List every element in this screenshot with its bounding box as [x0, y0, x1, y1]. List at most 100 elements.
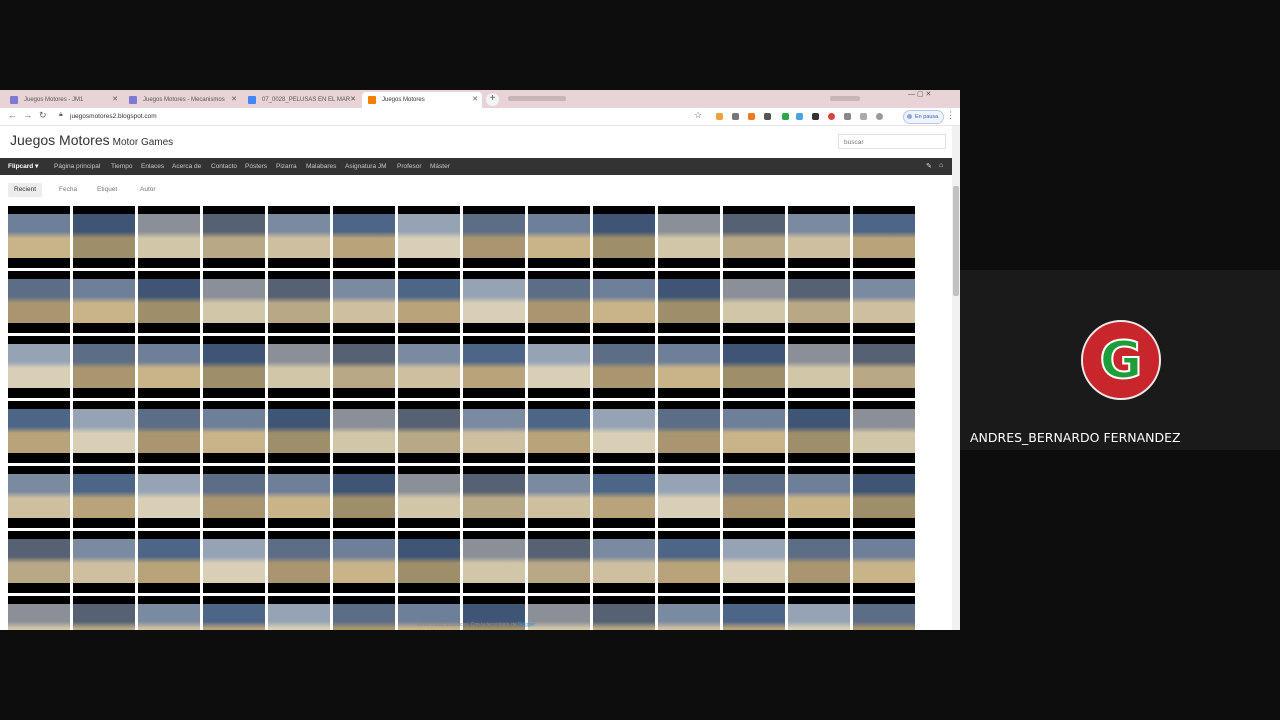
menu-enlaces[interactable]: Enlaces	[141, 158, 164, 175]
gallery-thumbnail[interactable]	[398, 531, 460, 593]
gallery-thumbnail[interactable]	[203, 531, 265, 593]
close-tab-icon[interactable]: ✕	[112, 92, 118, 108]
menu-malabares[interactable]: Malabares	[306, 158, 336, 175]
extension-icon[interactable]	[876, 113, 883, 120]
gallery-thumbnail[interactable]	[203, 466, 265, 528]
reload-icon[interactable]: ↻	[39, 110, 47, 121]
gallery-thumbnail[interactable]	[853, 401, 915, 463]
menu-contacto[interactable]: Contacto	[211, 158, 237, 175]
menu-asignatura-jm[interactable]: Asignatura JM	[345, 158, 387, 175]
gallery-thumbnail[interactable]	[658, 336, 720, 398]
gallery-thumbnail[interactable]	[8, 271, 70, 333]
gallery-thumbnail[interactable]	[8, 531, 70, 593]
url-field[interactable]: juegosmotores2.blogspot.com	[70, 110, 730, 123]
gallery-thumbnail[interactable]	[268, 401, 330, 463]
gallery-thumbnail[interactable]	[8, 466, 70, 528]
gallery-thumbnail[interactable]	[853, 206, 915, 268]
gallery-thumbnail[interactable]	[463, 531, 525, 593]
forward-icon[interactable]: →	[23, 110, 32, 120]
gallery-thumbnail[interactable]	[593, 531, 655, 593]
gallery-thumbnail[interactable]	[463, 466, 525, 528]
gallery-thumbnail[interactable]	[138, 206, 200, 268]
gallery-thumbnail[interactable]	[528, 401, 590, 463]
gallery-thumbnail[interactable]	[723, 271, 785, 333]
extension-icon[interactable]	[782, 113, 789, 120]
page-scrollbar[interactable]	[952, 126, 960, 630]
extension-icon[interactable]	[716, 113, 723, 120]
gallery-thumbnail[interactable]	[333, 466, 395, 528]
gallery-thumbnail[interactable]	[138, 336, 200, 398]
close-tab-icon[interactable]: ✕	[350, 92, 356, 108]
gallery-thumbnail[interactable]	[658, 401, 720, 463]
gallery-thumbnail[interactable]	[853, 336, 915, 398]
gallery-thumbnail[interactable]	[463, 206, 525, 268]
gallery-thumbnail[interactable]	[398, 271, 460, 333]
gallery-thumbnail[interactable]	[593, 271, 655, 333]
gallery-thumbnail[interactable]	[528, 271, 590, 333]
gallery-thumbnail[interactable]	[8, 336, 70, 398]
gallery-thumbnail[interactable]	[593, 336, 655, 398]
gallery-thumbnail[interactable]	[73, 271, 135, 333]
gallery-thumbnail[interactable]	[853, 466, 915, 528]
menu-kebab-icon[interactable]: ⋮	[946, 110, 955, 121]
close-tab-icon[interactable]: ✕	[231, 92, 237, 108]
gallery-thumbnail[interactable]	[268, 206, 330, 268]
gallery-thumbnail[interactable]	[853, 271, 915, 333]
gallery-thumbnail[interactable]	[73, 466, 135, 528]
gallery-thumbnail[interactable]	[398, 466, 460, 528]
extension-icon[interactable]	[796, 113, 803, 120]
extension-icon[interactable]	[860, 113, 867, 120]
tab-pelusas[interactable]: 07_0028_PELUSAS EN EL MAR - ✕	[242, 92, 360, 108]
view-recient[interactable]: Recient	[8, 183, 43, 197]
gallery-thumbnail[interactable]	[268, 271, 330, 333]
gallery-thumbnail[interactable]	[463, 271, 525, 333]
tab-jm1[interactable]: Juegos Motores - JM1 ✕	[4, 92, 122, 108]
scrollbar-thumb[interactable]	[953, 186, 959, 296]
new-tab-button[interactable]: +	[486, 93, 499, 106]
pencil-icon[interactable]: ✎	[926, 162, 932, 170]
gallery-thumbnail[interactable]	[138, 531, 200, 593]
gallery-thumbnail[interactable]	[528, 531, 590, 593]
gallery-thumbnail[interactable]	[8, 401, 70, 463]
gallery-thumbnail[interactable]	[788, 531, 850, 593]
gallery-thumbnail[interactable]	[333, 531, 395, 593]
gallery-thumbnail[interactable]	[73, 531, 135, 593]
gallery-thumbnail[interactable]	[528, 336, 590, 398]
gallery-thumbnail[interactable]	[203, 336, 265, 398]
menu-flipcard[interactable]: Flipcard ▾	[8, 158, 38, 175]
gallery-thumbnail[interactable]	[268, 336, 330, 398]
gallery-thumbnail[interactable]	[333, 401, 395, 463]
extension-icon[interactable]	[732, 113, 739, 120]
menu-tiempo[interactable]: Tiempo	[111, 158, 132, 175]
extension-icon[interactable]	[828, 113, 835, 120]
gallery-thumbnail[interactable]	[528, 466, 590, 528]
gallery-thumbnail[interactable]	[528, 206, 590, 268]
paused-sync-button[interactable]: En pausa	[903, 110, 945, 124]
gallery-thumbnail[interactable]	[8, 206, 70, 268]
gallery-thumbnail[interactable]	[723, 336, 785, 398]
gallery-thumbnail[interactable]	[268, 531, 330, 593]
gallery-thumbnail[interactable]	[658, 466, 720, 528]
gallery-thumbnail[interactable]	[788, 336, 850, 398]
menu-pagina-principal[interactable]: Página principal	[54, 158, 100, 175]
gallery-thumbnail[interactable]	[333, 271, 395, 333]
gallery-thumbnail[interactable]	[73, 336, 135, 398]
close-tab-icon[interactable]: ✕	[472, 92, 478, 108]
gallery-thumbnail[interactable]	[788, 206, 850, 268]
gallery-thumbnail[interactable]	[658, 271, 720, 333]
blog-title[interactable]: Juegos Motores Motor Games	[10, 132, 173, 148]
view-etiquet[interactable]: Etiquet	[91, 183, 123, 197]
gallery-thumbnail[interactable]	[398, 336, 460, 398]
gallery-thumbnail[interactable]	[593, 401, 655, 463]
extension-icon[interactable]	[844, 113, 851, 120]
search-input[interactable]: buscar	[838, 134, 946, 149]
gallery-thumbnail[interactable]	[73, 401, 135, 463]
gallery-thumbnail[interactable]	[593, 466, 655, 528]
gallery-thumbnail[interactable]	[788, 401, 850, 463]
tab-mecanismos[interactable]: Juegos Motores - Mecanismos ✕	[123, 92, 241, 108]
gallery-thumbnail[interactable]	[333, 336, 395, 398]
menu-posters[interactable]: Pósters	[245, 158, 267, 175]
gallery-thumbnail[interactable]	[398, 401, 460, 463]
gallery-thumbnail[interactable]	[593, 206, 655, 268]
blogger-link[interactable]: Blogger	[518, 622, 535, 628]
